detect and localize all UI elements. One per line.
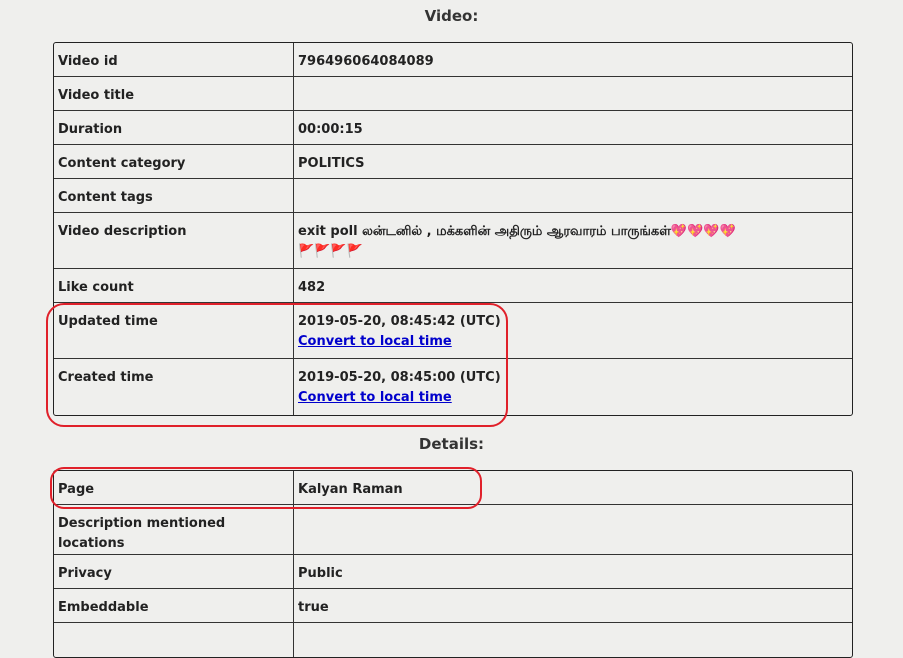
heart-emoji-icons: 💖💖💖💖 <box>670 224 736 239</box>
table-row: Updated time 2019-05-20, 08:45:42 (UTC) … <box>54 303 852 359</box>
created-time-label: Created time <box>54 359 294 415</box>
privacy-label: Privacy <box>54 555 294 589</box>
updated-time-value: 2019-05-20, 08:45:42 (UTC) <box>298 314 501 329</box>
mentioned-locations-label: Description mentioned locations <box>54 505 294 555</box>
content-tags-label: Content tags <box>54 179 294 213</box>
video-id-value: 796496064084089 <box>294 43 852 77</box>
flag-emoji-icons: 🚩🚩🚩🚩 <box>298 244 363 259</box>
page-label: Page <box>54 471 294 505</box>
table-row: Video title <box>54 77 852 111</box>
video-section-title: Video: <box>424 7 479 25</box>
video-title-label: Video title <box>54 77 294 111</box>
like-count-value: 482 <box>294 269 852 303</box>
table-row: Like count 482 <box>54 269 852 303</box>
video-id-label: Video id <box>54 43 294 77</box>
privacy-value: Public <box>294 555 852 589</box>
content-category-value: POLITICS <box>294 145 852 179</box>
details-section-title: Details: <box>418 435 485 453</box>
updated-time-convert-link[interactable]: Convert to local time <box>298 334 452 349</box>
created-time-cell: 2019-05-20, 08:45:00 (UTC) Convert to lo… <box>294 359 852 415</box>
table-row: Content tags <box>54 179 852 213</box>
created-time-value: 2019-05-20, 08:45:00 (UTC) <box>298 370 501 385</box>
created-time-convert-link[interactable]: Convert to local time <box>298 390 452 405</box>
partial-row-value <box>294 623 852 657</box>
video-title-value <box>294 77 852 111</box>
updated-time-cell: 2019-05-20, 08:45:42 (UTC) Convert to lo… <box>294 303 852 359</box>
partial-row-label <box>54 623 294 657</box>
like-count-label: Like count <box>54 269 294 303</box>
table-row: Video description exit poll லன்டனில் , ம… <box>54 213 852 269</box>
table-row: Embeddable true <box>54 589 852 623</box>
content-category-label: Content category <box>54 145 294 179</box>
page-value: Kalyan Raman <box>294 471 852 505</box>
video-info-table: Video id 796496064084089 Video title Dur… <box>53 42 853 416</box>
table-row: Created time 2019-05-20, 08:45:00 (UTC) … <box>54 359 852 415</box>
content-tags-value <box>294 179 852 213</box>
updated-time-label: Updated time <box>54 303 294 359</box>
embeddable-value: true <box>294 589 852 623</box>
details-info-table: Page Kalyan Raman Description mentioned … <box>53 470 853 658</box>
mentioned-locations-value <box>294 505 852 555</box>
table-row: Content category POLITICS <box>54 145 852 179</box>
duration-value: 00:00:15 <box>294 111 852 145</box>
video-description-value: exit poll லன்டனில் , மக்களின் அதிரும் ஆர… <box>294 213 852 269</box>
table-row: Video id 796496064084089 <box>54 43 852 77</box>
table-row: Description mentioned locations <box>54 505 852 555</box>
video-description-label: Video description <box>54 213 294 269</box>
table-row: Page Kalyan Raman <box>54 471 852 505</box>
video-description-text: exit poll லன்டனில் , மக்களின் அதிரும் ஆர… <box>298 224 671 239</box>
table-row <box>54 623 852 657</box>
duration-label: Duration <box>54 111 294 145</box>
table-row: Privacy Public <box>54 555 852 589</box>
table-row: Duration 00:00:15 <box>54 111 852 145</box>
embeddable-label: Embeddable <box>54 589 294 623</box>
